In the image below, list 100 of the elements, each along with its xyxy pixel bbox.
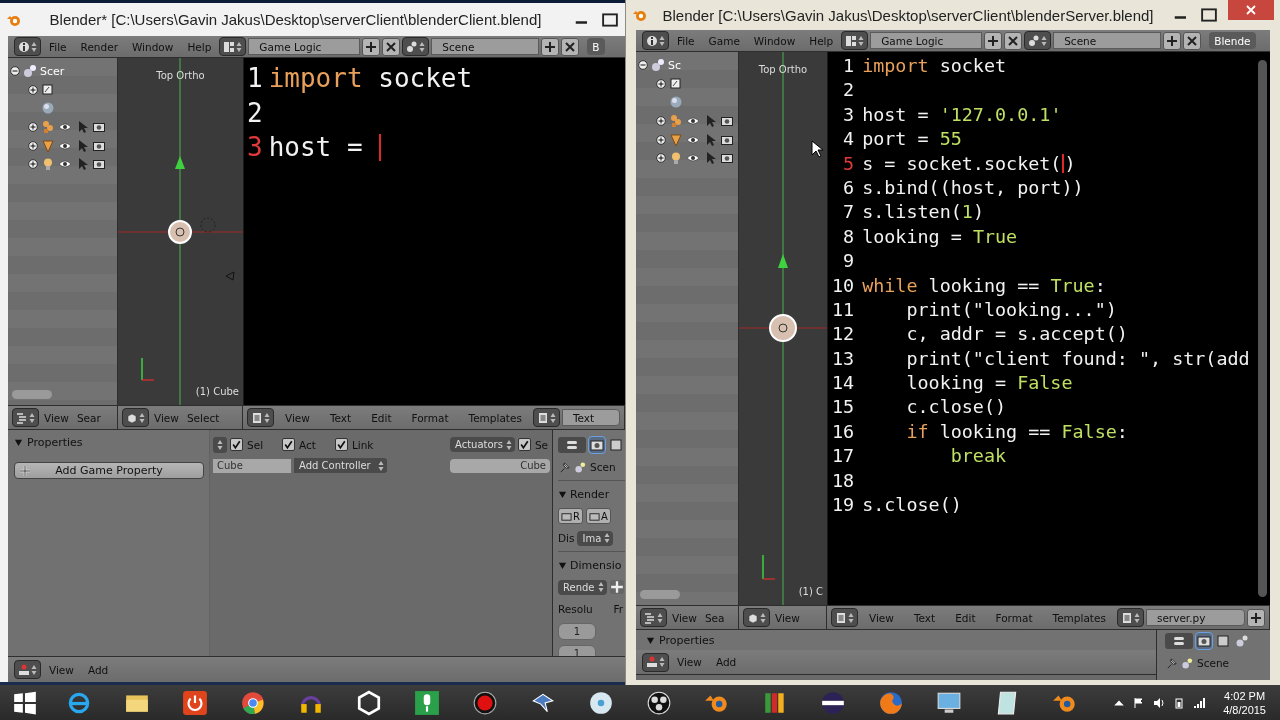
object-name-field[interactable]: Cube bbox=[213, 458, 291, 473]
fox-icon[interactable] bbox=[878, 689, 904, 716]
menu-item[interactable]: View bbox=[151, 411, 182, 424]
add-controller-dropdown[interactable]: Add Controller bbox=[294, 458, 387, 473]
menu-item[interactable]: Help bbox=[803, 34, 840, 47]
menu-item[interactable]: Sea bbox=[701, 611, 728, 624]
expand-icon[interactable] bbox=[656, 134, 666, 145]
expand-icon[interactable] bbox=[656, 78, 666, 89]
editor-type-button[interactable] bbox=[743, 608, 770, 627]
expand-icon[interactable] bbox=[656, 153, 666, 164]
menu-item[interactable]: View bbox=[41, 411, 72, 424]
menu-item[interactable]: Select bbox=[183, 411, 223, 424]
dropdown-button[interactable] bbox=[213, 436, 227, 453]
actuators-dropdown[interactable]: Actuators bbox=[450, 437, 515, 452]
disc-icon[interactable] bbox=[588, 689, 614, 716]
cube-logo-icon[interactable] bbox=[356, 689, 382, 716]
text-name-field[interactable]: server.py bbox=[1145, 609, 1245, 626]
preset-dropdown[interactable]: Rende bbox=[558, 579, 607, 595]
power-icon[interactable] bbox=[182, 689, 208, 716]
menu-item[interactable]: Game bbox=[702, 34, 746, 47]
scene-selector-button[interactable] bbox=[1024, 31, 1052, 50]
menu-item[interactable]: View bbox=[772, 611, 803, 624]
menu-item[interactable]: Window bbox=[747, 34, 802, 47]
layers-tab-icon[interactable] bbox=[1215, 633, 1231, 649]
layout-selector-button[interactable] bbox=[219, 37, 247, 56]
expand-icon[interactable] bbox=[28, 122, 38, 133]
microphone-icon[interactable] bbox=[414, 689, 440, 716]
signal-icon[interactable] bbox=[1193, 696, 1206, 709]
close-icon[interactable] bbox=[561, 37, 580, 56]
menu-item[interactable]: Edit bbox=[946, 611, 985, 624]
windows-logo-icon[interactable] bbox=[12, 689, 38, 716]
pin-icon[interactable] bbox=[1165, 656, 1178, 670]
menu-item[interactable]: View bbox=[860, 611, 903, 624]
layers-tab-icon[interactable] bbox=[608, 437, 624, 453]
add-icon[interactable] bbox=[541, 37, 560, 56]
menu-item[interactable]: Templates bbox=[1043, 611, 1115, 624]
add-icon[interactable] bbox=[362, 37, 381, 56]
scrollbar[interactable] bbox=[1258, 60, 1267, 597]
menu-item[interactable]: View bbox=[671, 656, 708, 668]
clock-date[interactable]: 4/8/2015 bbox=[1223, 702, 1266, 717]
close-icon[interactable] bbox=[1183, 31, 1202, 50]
checkbox[interactable] bbox=[334, 438, 348, 451]
menu-item[interactable]: View bbox=[669, 611, 700, 624]
engine-dropdown[interactable]: Blende bbox=[1209, 32, 1256, 49]
editor-type-button[interactable] bbox=[14, 37, 41, 56]
checkbox[interactable] bbox=[517, 438, 531, 451]
menu-item[interactable]: Window bbox=[125, 40, 180, 53]
circle-logo-icon[interactable] bbox=[646, 689, 672, 716]
menu-item[interactable]: Edit bbox=[362, 411, 401, 424]
menu-item[interactable]: View bbox=[43, 663, 80, 676]
editor-type-button[interactable] bbox=[14, 660, 41, 679]
scrollbar[interactable] bbox=[640, 590, 680, 599]
editor-type-button[interactable] bbox=[642, 652, 669, 672]
render-button[interactable]: A bbox=[585, 508, 611, 524]
disclosure-triangle-icon[interactable] bbox=[646, 635, 655, 645]
menu-item[interactable]: Add bbox=[709, 656, 743, 668]
menu-item[interactable]: Format bbox=[986, 611, 1042, 624]
disclosure-triangle-icon[interactable] bbox=[558, 560, 567, 570]
menu-item[interactable]: File bbox=[671, 34, 701, 47]
layout-name-field[interactable]: Game Logic bbox=[248, 38, 361, 55]
camera-icon[interactable] bbox=[720, 151, 734, 166]
editor-type-button[interactable] bbox=[831, 608, 858, 627]
menu-item[interactable]: Templates bbox=[459, 411, 531, 424]
editor-type-button[interactable] bbox=[12, 408, 39, 427]
render-button[interactable]: R bbox=[558, 508, 583, 524]
menu-item[interactable]: View bbox=[276, 411, 319, 424]
browser-icon[interactable] bbox=[240, 689, 266, 716]
battery-icon[interactable] bbox=[1173, 696, 1186, 709]
close-icon[interactable] bbox=[1004, 31, 1023, 50]
scene-selector-button[interactable] bbox=[402, 37, 430, 56]
text-browse-button[interactable] bbox=[532, 408, 560, 427]
scene-name-field[interactable]: Scene bbox=[1053, 32, 1162, 49]
clock-time[interactable]: 4:02 PM bbox=[1224, 688, 1266, 703]
object-name-field[interactable]: Cube bbox=[450, 458, 550, 473]
render-tab-icon[interactable] bbox=[1196, 633, 1212, 649]
text-editor[interactable] bbox=[828, 52, 1270, 605]
expand-icon[interactable] bbox=[28, 84, 38, 95]
layout-name-field[interactable]: Game Logic bbox=[870, 32, 983, 49]
collapse-icon[interactable] bbox=[638, 60, 648, 71]
add-icon[interactable] bbox=[1163, 31, 1182, 50]
scene-tab-icon[interactable] bbox=[1234, 633, 1250, 649]
editor-type-button[interactable] bbox=[247, 408, 274, 427]
add-game-property-button[interactable]: Add Game Property bbox=[14, 462, 204, 479]
camera-icon[interactable] bbox=[720, 114, 734, 129]
render-tab-icon[interactable] bbox=[589, 437, 605, 453]
menu-item[interactable]: Format bbox=[402, 411, 458, 424]
close-button[interactable] bbox=[1228, 0, 1274, 20]
menu-item[interactable]: Help bbox=[181, 40, 218, 53]
menu-item[interactable]: Add bbox=[81, 663, 115, 676]
checkbox[interactable] bbox=[230, 438, 243, 451]
pin-icon[interactable] bbox=[558, 460, 571, 474]
editor-type-button[interactable] bbox=[640, 608, 667, 627]
scene-name-field[interactable]: Scene bbox=[431, 38, 540, 55]
menu-item[interactable]: Render bbox=[74, 40, 124, 53]
speaker-icon[interactable] bbox=[1153, 696, 1166, 709]
editor-type-button[interactable] bbox=[122, 408, 149, 427]
scrollbar[interactable] bbox=[12, 390, 52, 399]
outliner-item[interactable]: Scer bbox=[40, 64, 65, 78]
text-editor[interactable]: 1 import socket 2 3 host = bbox=[244, 58, 625, 405]
collapse-icon[interactable] bbox=[10, 66, 20, 77]
